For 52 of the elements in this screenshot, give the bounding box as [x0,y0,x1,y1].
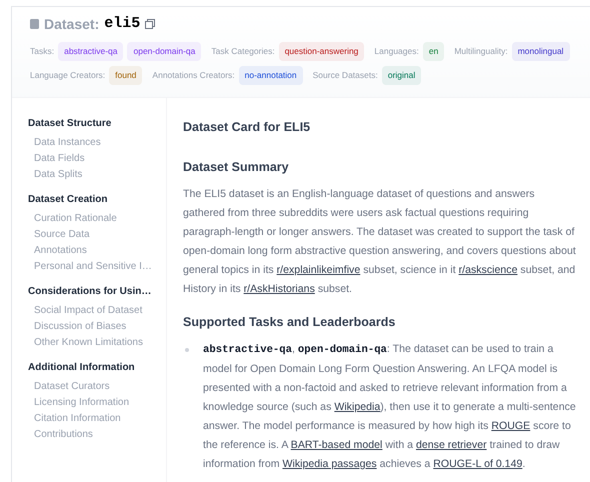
sidebar-item[interactable]: Discussion of Biases [28,318,166,334]
sidebar-heading[interactable]: Dataset Structure [28,116,166,130]
copy-icon[interactable] [145,19,156,29]
tag-chip[interactable]: en [422,42,444,61]
text-link[interactable]: r/askscience [458,264,518,276]
tag-chip[interactable]: abstractive-qa [58,42,124,61]
sidebar-heading[interactable]: Dataset Creation [28,192,166,206]
tag-label: Language Creators: [30,68,106,82]
tag-chip[interactable]: original [382,66,422,84]
bullet-text: abstractive-qa, open-domain-qa: The dataset can be used to train a model for Open Domain Long Form Question Answering. An LFQA model is presented with a non-factoid and asked to retrieve relevant information from a knowledge source (such as Wikipedia), then use it to generate a multi-sentence answer. The model performance is measured by how high its ROUGE score to the reference is. A BART-based model with a dense retriever trained to draw information from Wikipedia passages achieves a ROUGE-L of 0.149. [203,342,577,472]
tag-chip[interactable]: question-answering [278,42,364,61]
sidebar-heading[interactable]: Additional Information [28,360,166,374]
tag-chip[interactable]: open-domain-qa [127,42,202,61]
text-link[interactable]: ROUGE [491,420,530,432]
sidebar-item[interactable]: Dataset Curators [28,378,166,394]
text-link[interactable]: r/explainlikeimfive [276,264,360,276]
sidebar-item[interactable]: Social Impact of Dataset [28,302,166,318]
text-link[interactable]: Wikipedia passages [282,458,377,470]
sidebar-item[interactable]: Other Known Limitations [28,334,166,350]
tag-chip[interactable]: no-annotation [238,66,303,84]
sidebar-item[interactable]: Data Splits [28,166,166,182]
tag-chip[interactable]: found [109,66,142,84]
sidebar-item[interactable]: Contributions [28,426,166,442]
sidebar-item[interactable]: Curation Rationale [28,210,166,226]
section-heading: Supported Tasks and Leaderboards [183,314,396,331]
code-text: abstractive-qa [203,344,292,356]
sidebar-item[interactable]: Licensing Information [28,394,166,410]
sidebar-item[interactable]: Data Fields [28,150,166,166]
sidebar-heading[interactable]: Considerations for Usin… [28,284,166,298]
dataset-name: eli5 [104,14,140,34]
tag-label: Languages: [374,45,419,58]
tag-label: Annotations Creators: [152,68,235,82]
tag-chip[interactable]: monolingual [512,42,570,61]
section-heading: Dataset Summary [183,159,290,176]
text-link[interactable]: dense retriever [416,438,487,451]
text-link[interactable]: Wikipedia [334,400,380,413]
header-label: Dataset: [44,14,100,34]
tag-label: Source Datasets: [312,68,378,82]
paragraph-text: The ELI5 dataset is an English-language dataset of questions and answers gathered from three subreddits were users ask factual questions requiring paragraph-length or longer answers. The dataset was created to support the task of open-domain long form abstractive question answering, and covers questions about general topics in its r/explainlikeimfive subset, science in it r/askscience subset, and History in its r/AskHistorians subset. [183,187,577,297]
tag-label: Task Categories: [211,45,275,58]
code-text: open-domain-qa [298,344,387,356]
tag-label: Tasks: [30,45,54,58]
text-link[interactable]: ROUGE-L of 0.149 [433,458,522,470]
section-heading: Dataset Card for ELI5 [183,118,312,136]
sidebar-item[interactable]: Annotations [28,242,166,258]
sidebar-item[interactable]: Data Instances [28,134,166,150]
sidebar-item[interactable]: Personal and Sensitive I… [28,258,166,274]
sidebar-item[interactable]: Source Data [28,226,166,242]
sidebar-item[interactable]: Citation Information [28,410,166,426]
text-link[interactable]: BART-based model [290,438,382,451]
tag-label: Multilinguality: [454,45,508,58]
text-link[interactable]: r/AskHistorians [244,283,315,295]
